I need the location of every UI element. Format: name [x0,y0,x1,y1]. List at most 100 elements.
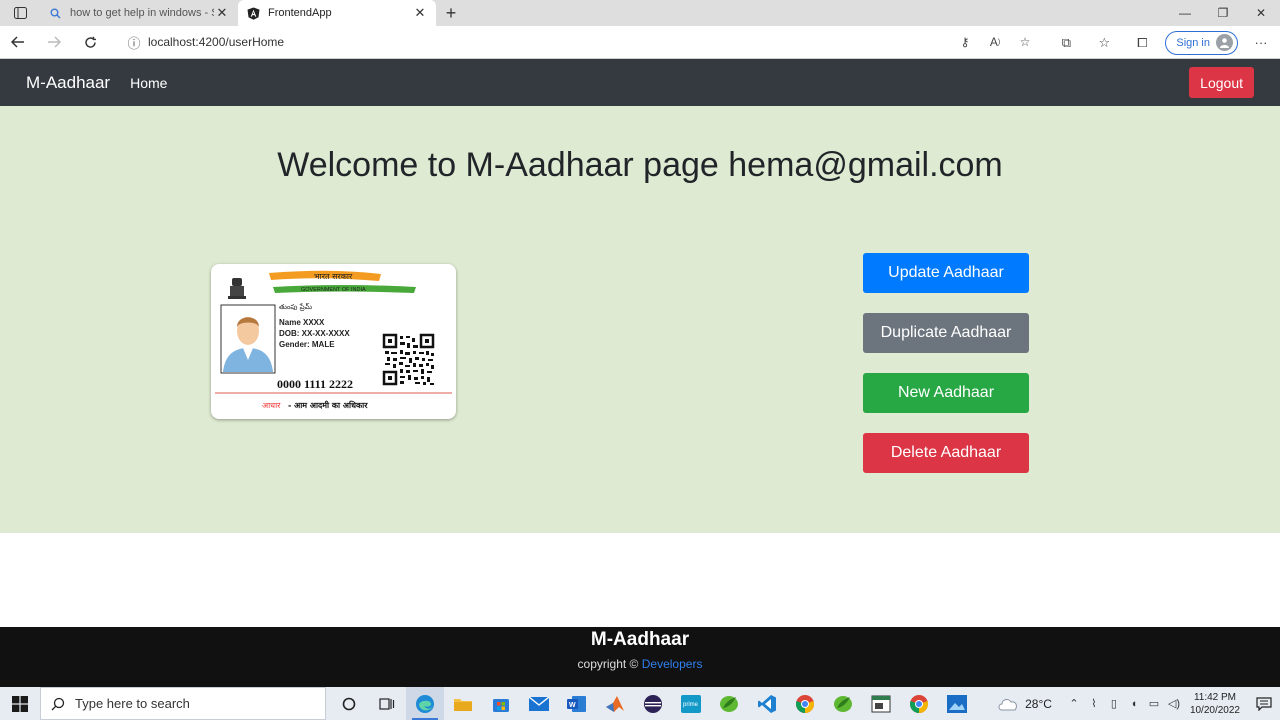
brand[interactable]: M-Aadhaar [26,73,110,93]
taskbar-eclipse[interactable] [634,687,672,720]
logout-button[interactable]: Logout [1189,67,1254,98]
taskbar-chrome-2[interactable] [900,687,938,720]
main-content: Welcome to M-Aadhaar page hema@gmail.com… [0,106,1280,533]
avatar [1216,34,1233,51]
puzzle-icon: ⧉ [1061,34,1071,50]
taskbar-edge[interactable] [406,687,444,720]
cortana-icon [342,697,356,710]
chevron-up-icon[interactable]: ⌃ [1064,697,1084,710]
minimize-button[interactable]: ― [1166,0,1204,26]
microphone-icon[interactable]: ◖ [1124,698,1144,710]
chrome-icon [909,694,929,713]
device-icon[interactable]: ▯ [1104,697,1124,710]
close-window-button[interactable]: ✕ [1242,0,1280,26]
store-icon [493,698,509,712]
spring-icon [834,695,852,712]
duplicate-aadhaar-button[interactable]: Duplicate Aadhaar [863,313,1029,353]
weather-widget[interactable]: 28°C [997,697,1052,711]
svg-text:prime: prime [683,702,699,708]
chrome-icon [795,694,815,713]
favorites-icon: ☆ [1098,34,1111,50]
forward-button[interactable] [36,27,72,57]
tab-actions-button[interactable] [0,0,40,26]
restore-button[interactable]: ❐ [1204,0,1242,26]
tab-title: how to get help in windows - Se [70,7,214,19]
svg-text:W: W [569,702,576,709]
favorites-button[interactable]: ☆ [1085,28,1123,58]
card-hindi-header: भारत सरकार [314,272,353,281]
arrow-right-icon [48,36,61,48]
card-number: 0000 1111 2222 [277,377,353,391]
clock[interactable]: 11:42 PM 10/20/2022 [1190,691,1240,717]
taskbar-word[interactable]: W [558,687,596,720]
notifications-button[interactable] [1248,687,1280,720]
card-tagline-red: आधार [262,401,281,410]
update-aadhaar-button[interactable]: Update Aadhaar [863,253,1029,293]
new-aadhaar-button[interactable]: New Aadhaar [863,373,1029,413]
taskbar-terminal[interactable] [862,687,900,720]
volume-icon[interactable]: ◁) [1164,697,1184,710]
add-favorite-icon[interactable]: ☆ [1010,29,1040,55]
task-view-button[interactable] [368,687,406,720]
search-icon [51,697,65,710]
close-icon[interactable]: ✕ [412,5,428,21]
angular-icon [246,6,260,20]
search-placeholder: Type here to search [75,696,190,711]
taskbar-store[interactable] [482,687,520,720]
qr-code-icon [382,333,435,386]
taskbar-prime-video[interactable]: prime [672,687,710,720]
card-gov-label: GOVERNMENT OF INDIA [301,287,366,293]
url-field[interactable]: ⓘ localhost:4200/userHome ⚷ A) ☆ [120,28,1040,56]
emblem-icon [228,278,246,299]
prime-video-icon: prime [681,694,701,713]
weather-temp: 28°C [1025,696,1052,711]
taskbar-spring-tools[interactable] [710,687,748,720]
start-button[interactable] [0,687,40,720]
delete-aadhaar-button[interactable]: Delete Aadhaar [863,433,1029,473]
url-text[interactable]: localhost:4200/userHome [148,35,950,49]
taskbar-mail[interactable] [520,687,558,720]
key-icon[interactable]: ⚷ [950,29,980,55]
mail-icon [529,696,549,711]
network-icon[interactable]: ⌇ [1084,697,1104,710]
taskbar-search-input[interactable]: Type here to search [40,687,326,720]
nav-home-link[interactable]: Home [130,75,167,91]
windows-taskbar: Type here to search W prime 28°C ⌃ ⌇ ▯ ◖… [0,687,1280,720]
read-aloud-icon[interactable]: A) [980,29,1010,55]
task-view-icon [379,697,395,710]
windows-logo-icon [12,695,28,712]
taskbar-photos[interactable] [938,687,976,720]
collections-button[interactable]: ⧠ [1123,28,1161,58]
taskbar-file-explorer[interactable] [444,687,482,720]
footer: M-Aadhaar copyright © Developers [0,627,1280,687]
tab-frontendapp[interactable]: FrontendApp ✕ [238,0,436,26]
vscode-icon [758,694,776,713]
taskbar-spring-tools-2[interactable] [824,687,862,720]
developers-link[interactable]: Developers [642,657,703,671]
footer-copyright: copyright © Developers [0,657,1280,671]
refresh-icon [84,36,96,48]
card-name-line: Name XXXX [279,318,325,327]
collections-icon: ⧠ [1137,34,1148,50]
back-button[interactable] [0,27,36,57]
taskbar-matlab[interactable] [596,687,634,720]
refresh-button[interactable] [72,27,108,57]
footer-title: M-Aadhaar [590,629,690,650]
tab-search[interactable]: how to get help in windows - Se ✕ [40,0,238,26]
info-icon[interactable]: ⓘ [120,33,148,52]
taskbar-vscode[interactable] [748,687,786,720]
photos-icon [947,694,967,713]
sign-in-button[interactable]: Sign in [1165,30,1238,55]
battery-icon[interactable]: ▭ [1144,697,1164,710]
new-tab-button[interactable]: + [436,0,466,26]
close-icon[interactable]: ✕ [214,5,230,21]
taskbar-chrome[interactable] [786,687,824,720]
extensions-button[interactable]: ⧉ [1047,28,1085,58]
more-menu-button[interactable]: ··· [1242,28,1280,58]
cortana-button[interactable] [330,687,368,720]
card-dob-line: DOB: XX-XX-XXXX [279,329,350,338]
tab-title: FrontendApp [268,7,332,19]
browser-tab-strip: how to get help in windows - Se ✕ Fronte… [0,0,1280,26]
more-icon: ··· [1254,35,1268,50]
arrow-left-icon [11,36,24,48]
